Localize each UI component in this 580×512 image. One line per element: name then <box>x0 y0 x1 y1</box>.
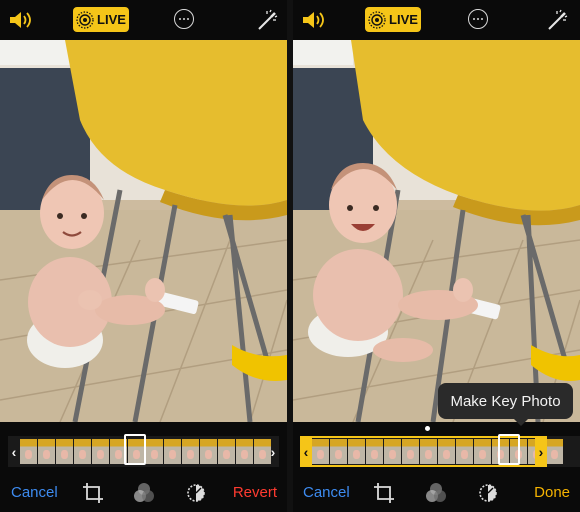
filters-icon[interactable] <box>133 482 155 504</box>
frame-thumbnail[interactable] <box>164 439 181 464</box>
done-button[interactable]: Done <box>534 484 570 501</box>
crop-rotate-icon[interactable] <box>82 482 104 504</box>
frame-thumbnail[interactable] <box>474 439 491 464</box>
make-key-photo-tooltip[interactable]: Make Key Photo <box>438 383 573 426</box>
scrubber-left-edge: ‹ <box>11 443 17 460</box>
magic-wand-icon[interactable] <box>545 8 569 32</box>
frame-thumbnail[interactable] <box>182 439 199 464</box>
live-button[interactable]: LIVE <box>365 7 421 32</box>
photo-editor-right: LIVE Make Key Photo ‹ › Cancel Done <box>293 0 580 512</box>
top-toolbar: LIVE <box>293 0 580 40</box>
frame-thumbnail[interactable] <box>420 439 437 464</box>
frame-thumbnail[interactable] <box>384 439 401 464</box>
frame-thumbnail[interactable] <box>312 439 329 464</box>
adjust-dial-icon[interactable] <box>185 482 207 504</box>
frame-thumbnail[interactable] <box>56 439 73 464</box>
ellipsis-circle-icon[interactable] <box>174 9 194 29</box>
ellipsis-circle-icon[interactable] <box>468 9 488 29</box>
frame-thumbnail[interactable] <box>366 439 383 464</box>
page-indicator-dot <box>425 426 430 431</box>
adjust-dial-icon[interactable] <box>477 482 499 504</box>
frame-scrubber[interactable]: ‹ › <box>8 434 279 467</box>
magic-wand-icon[interactable] <box>255 8 279 32</box>
frame-thumbnail[interactable] <box>200 439 217 464</box>
frame-scrubber[interactable]: ‹ › <box>300 434 580 467</box>
live-photo-image <box>0 40 287 422</box>
frame-thumbnail[interactable] <box>348 439 365 464</box>
frame-thumbnail[interactable] <box>146 439 163 464</box>
cancel-button[interactable]: Cancel <box>11 484 58 501</box>
live-photo-icon <box>76 10 94 29</box>
frame-thumbnail[interactable] <box>74 439 91 464</box>
selected-key-frame[interactable] <box>498 434 520 465</box>
frame-thumbnail[interactable] <box>92 439 109 464</box>
frame-thumbnail[interactable] <box>546 439 563 464</box>
top-toolbar: LIVE <box>0 0 287 40</box>
crop-rotate-icon[interactable] <box>373 482 395 504</box>
frame-thumbnail[interactable] <box>20 439 37 464</box>
trim-handle-right[interactable]: › <box>535 436 547 467</box>
live-photo-icon <box>368 10 386 29</box>
live-label: LIVE <box>97 12 126 27</box>
frame-thumbnail[interactable] <box>456 439 473 464</box>
live-photo-image <box>293 40 580 422</box>
frame-thumbnail[interactable] <box>402 439 419 464</box>
bottom-toolbar: Cancel Revert <box>0 470 287 512</box>
frame-thumbnail[interactable] <box>218 439 235 464</box>
frame-thumbnail[interactable] <box>38 439 55 464</box>
speaker-volume-icon[interactable] <box>301 9 329 31</box>
selected-key-frame[interactable] <box>124 434 146 465</box>
frame-thumbnail[interactable] <box>438 439 455 464</box>
frame-thumbnail[interactable] <box>330 439 347 464</box>
photo-editor-left: LIVE ‹ › Cancel Revert <box>0 0 287 512</box>
trim-handle-left[interactable]: ‹ <box>300 436 312 467</box>
cancel-button[interactable]: Cancel <box>303 484 350 501</box>
live-button[interactable]: LIVE <box>73 7 129 32</box>
revert-button[interactable]: Revert <box>233 484 277 501</box>
scrubber-right-edge: › <box>270 443 276 460</box>
bottom-toolbar: Cancel Done <box>293 470 580 512</box>
frame-thumbnail[interactable] <box>236 439 253 464</box>
filters-icon[interactable] <box>425 482 447 504</box>
live-label: LIVE <box>389 12 418 27</box>
frame-strip <box>312 439 563 464</box>
speaker-volume-icon[interactable] <box>8 9 36 31</box>
